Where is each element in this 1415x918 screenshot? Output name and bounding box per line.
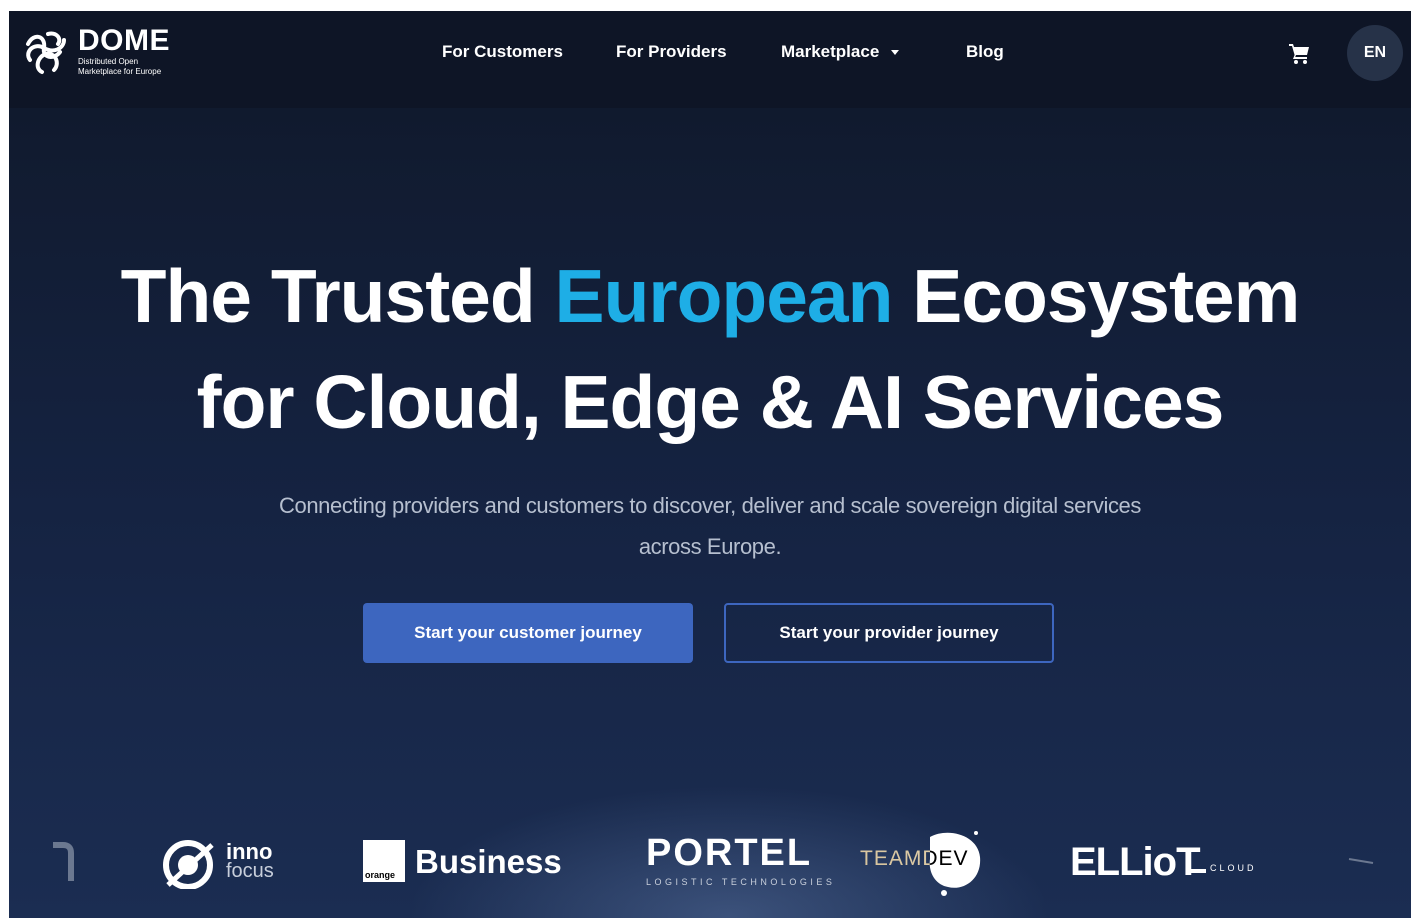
top-nav-bar: DOME Distributed Open Marketplace for Eu… [9,11,1411,108]
orange-badge-icon: orange [363,840,405,882]
elliot-tagline: CLOUD [1210,863,1257,873]
dome-knot-icon [26,31,66,74]
cart-icon[interactable] [1287,41,1311,65]
nav-blog[interactable]: Blog [966,42,1004,62]
orange-business-name: Business [415,843,562,880]
hero-title-part2: Ecosystem [892,254,1300,338]
partner-logos-carousel: inno focus orange Business PORTEL LOGIST… [9,821,1411,918]
nav-for-providers[interactable]: For Providers [616,42,727,62]
customer-journey-button[interactable]: Start your customer journey [363,603,693,663]
partial-logo-left [53,842,74,881]
hero-title-line2: for Cloud, Edge & AI Services [196,360,1225,444]
hero-title-part1: The Trusted [120,254,555,338]
nav-for-customers[interactable]: For Customers [442,42,563,62]
portel-name: PORTEL [646,832,813,874]
provider-journey-button[interactable]: Start your provider journey [724,603,1054,663]
hero-subtitle: Connecting providers and customers to di… [279,493,1141,559]
elliot-underscore [1188,869,1206,873]
language-selector[interactable]: EN [1347,25,1403,81]
portel-tagline: LOGISTIC TECHNOLOGIES [646,877,836,887]
dome-logo[interactable]: DOME Distributed Open Marketplace for Eu… [20,26,170,78]
logo-subtitle-1: Distributed Open [78,57,139,66]
hero-title-line1: The Trusted European Ecosystem [9,243,1411,349]
elliot-name: ELLioT [1070,840,1201,884]
logo-title: DOME [78,24,170,57]
partial-logo-right [1348,858,1374,864]
nav-marketplace-label: Marketplace [781,42,880,61]
hero-title-accent: European [554,254,894,338]
nav-marketplace[interactable]: Marketplace [781,42,900,62]
orange-badge-text: orange [365,870,396,880]
teamdev-name: TEAMDEV [860,847,969,870]
chevron-down-icon [891,50,900,56]
page: DOME Distributed Open Marketplace for Eu… [9,11,1411,918]
logo-subtitle-2: Marketplace for Europe [78,67,162,76]
innofocus-name2: focus [226,860,274,882]
innofocus-icon [163,840,214,889]
hero-title: The Trusted European Ecosystem for Cloud… [9,243,1411,455]
partner-portel: PORTEL LOGISTIC TECHNOLOGIES [646,833,835,887]
